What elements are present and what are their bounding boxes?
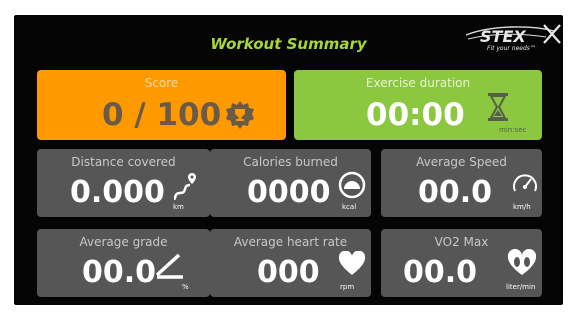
grade-value: 00.0 — [82, 255, 157, 290]
distance-value: 0.000 — [70, 175, 165, 210]
incline-icon — [155, 253, 183, 279]
brand-logo: STEX Fit your needs™ — [462, 23, 562, 59]
duration-label: Exercise duration — [365, 76, 471, 90]
speedometer-icon — [513, 174, 537, 192]
exercise-duration-card: Exercise duration 00:00 min:sec — [294, 70, 542, 140]
heart-icon — [338, 251, 366, 275]
svg-text:STEX: STEX — [480, 27, 526, 46]
average-speed-card: Average Speed 00.0 km/h — [381, 149, 542, 217]
average-grade-card: Average grade 00.0 % — [37, 229, 210, 297]
distance-card: Distance covered 0.000 km — [37, 149, 210, 217]
calories-value: 0000 — [247, 175, 331, 210]
score-card: Score 0 / 100 — [37, 70, 286, 140]
speed-label: Average Speed — [416, 155, 507, 169]
brand-tagline: Fit your needs™ — [487, 45, 536, 52]
heart-rate-unit: rpm — [340, 283, 355, 291]
duration-value: 00:00 — [366, 97, 465, 133]
vo2-value: 00.0 — [403, 255, 478, 290]
speed-unit: km/h — [513, 203, 531, 211]
duration-unit: min:sec — [499, 126, 527, 134]
calories-card: Calories burned 0000 kcal — [210, 149, 371, 217]
stex-logo-icon: STEX — [465, 24, 561, 46]
average-heart-rate-card: Average heart rate 000 rpm — [210, 229, 371, 297]
grade-label: Average grade — [79, 235, 168, 249]
calories-label: Calories burned — [243, 155, 338, 169]
grade-unit: % — [182, 283, 189, 291]
heart-rate-value: 000 — [257, 255, 320, 290]
workout-summary-screen: Workout Summary STEX Fit your needs™ Sco… — [14, 15, 563, 305]
distance-unit: km — [173, 203, 184, 211]
hourglass-icon — [488, 93, 508, 121]
route-pin-icon — [173, 173, 196, 201]
vo2-unit: liter/min — [506, 283, 536, 291]
scale-gauge-icon — [338, 171, 366, 199]
score-value: 0 / 100 — [102, 97, 222, 133]
speed-value: 00.0 — [418, 175, 493, 210]
trophy-badge-icon — [226, 101, 254, 129]
distance-label: Distance covered — [71, 155, 176, 169]
vo2-max-card: VO2 Max 00.0 liter/min — [381, 229, 542, 297]
calories-unit: kcal — [342, 203, 357, 211]
vo2-label: VO2 Max — [434, 235, 489, 249]
heart-rate-label: Average heart rate — [233, 235, 348, 249]
heart-lungs-icon — [507, 249, 537, 275]
score-label: Score — [144, 76, 179, 90]
